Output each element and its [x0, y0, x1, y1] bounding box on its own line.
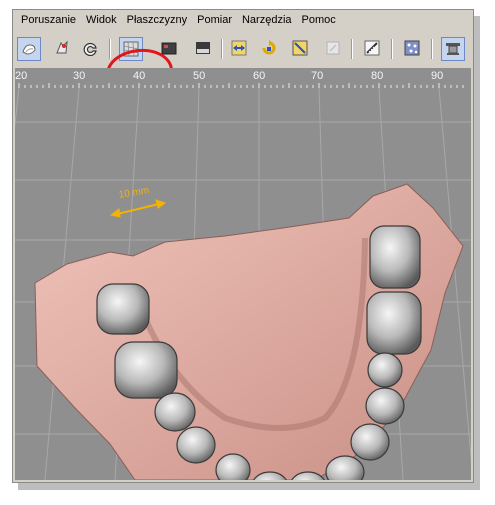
disabled-tool-button[interactable]	[322, 37, 346, 61]
menu-poruszanie[interactable]: Poruszanie	[13, 14, 81, 26]
crop-icon	[292, 40, 308, 56]
menu-bar: Poruszanie Widok Płaszczyzny Pomiar Narz…	[13, 10, 473, 30]
tooth-icon	[114, 341, 178, 399]
menu-narzedzia[interactable]: Narzędzia	[237, 14, 297, 26]
ruler-label: 20	[15, 70, 28, 82]
rotate-button[interactable]	[258, 37, 282, 61]
ruler-label: 30	[73, 70, 86, 82]
ruler-label: 80	[371, 70, 384, 82]
tooth-icon	[369, 225, 421, 289]
ruler-label: 60	[253, 70, 266, 82]
ruler: 20 30 40 50 60 70 80 90	[15, 68, 471, 90]
settings-icon	[446, 43, 460, 55]
base-icon	[196, 42, 210, 54]
ruler-label: 50	[193, 70, 206, 82]
tooth-icon	[365, 387, 405, 425]
tooth-icon	[215, 453, 251, 480]
ruler-button[interactable]	[361, 37, 385, 61]
rotate-icon	[262, 40, 276, 55]
ring-icon	[83, 42, 97, 56]
tooth-icon	[350, 423, 390, 461]
crop-button[interactable]	[289, 37, 313, 61]
toolbar-separator	[109, 39, 111, 59]
dental-model-scene	[15, 88, 471, 480]
ring-button[interactable]	[79, 37, 103, 61]
toolbar-separator	[351, 39, 353, 59]
ruler-icon	[364, 40, 380, 56]
tooth-icon	[367, 352, 403, 388]
toolbar-separator	[391, 39, 393, 59]
disabled-tool-icon	[326, 41, 340, 55]
menu-widok[interactable]: Widok	[81, 14, 122, 26]
tooth-tools-button[interactable]	[51, 37, 75, 61]
tooth-tools-icon	[56, 40, 68, 54]
tooth-icon	[154, 392, 196, 432]
toolbar	[13, 32, 473, 99]
view-model-icon	[22, 44, 36, 55]
settings-button[interactable]	[441, 37, 465, 61]
tooth-icon	[96, 283, 150, 335]
view-model-button[interactable]	[17, 37, 41, 61]
toolbar-separator	[221, 39, 223, 59]
ruler-label: 40	[133, 70, 146, 82]
menu-plaszczyzny[interactable]: Płaszczyzny	[122, 14, 193, 26]
tooth-icon	[366, 291, 422, 355]
base-button[interactable]	[192, 37, 216, 61]
app-window: Poruszanie Widok Płaszczyzny Pomiar Narz…	[12, 9, 474, 483]
align-arrows-icon	[231, 40, 247, 56]
points-icon	[404, 40, 420, 56]
ruler-label: 70	[311, 70, 324, 82]
tooth-icon	[176, 426, 216, 464]
3d-viewport[interactable]: 10 mm	[15, 88, 471, 480]
scale-bar	[109, 199, 167, 218]
ruler-label: 90	[431, 70, 444, 82]
align-arrows-button[interactable]	[228, 37, 252, 61]
points-button[interactable]	[401, 37, 425, 61]
menu-pomoc[interactable]: Pomoc	[297, 14, 341, 26]
menu-pomiar[interactable]: Pomiar	[192, 14, 237, 26]
toolbar-separator	[431, 39, 433, 59]
